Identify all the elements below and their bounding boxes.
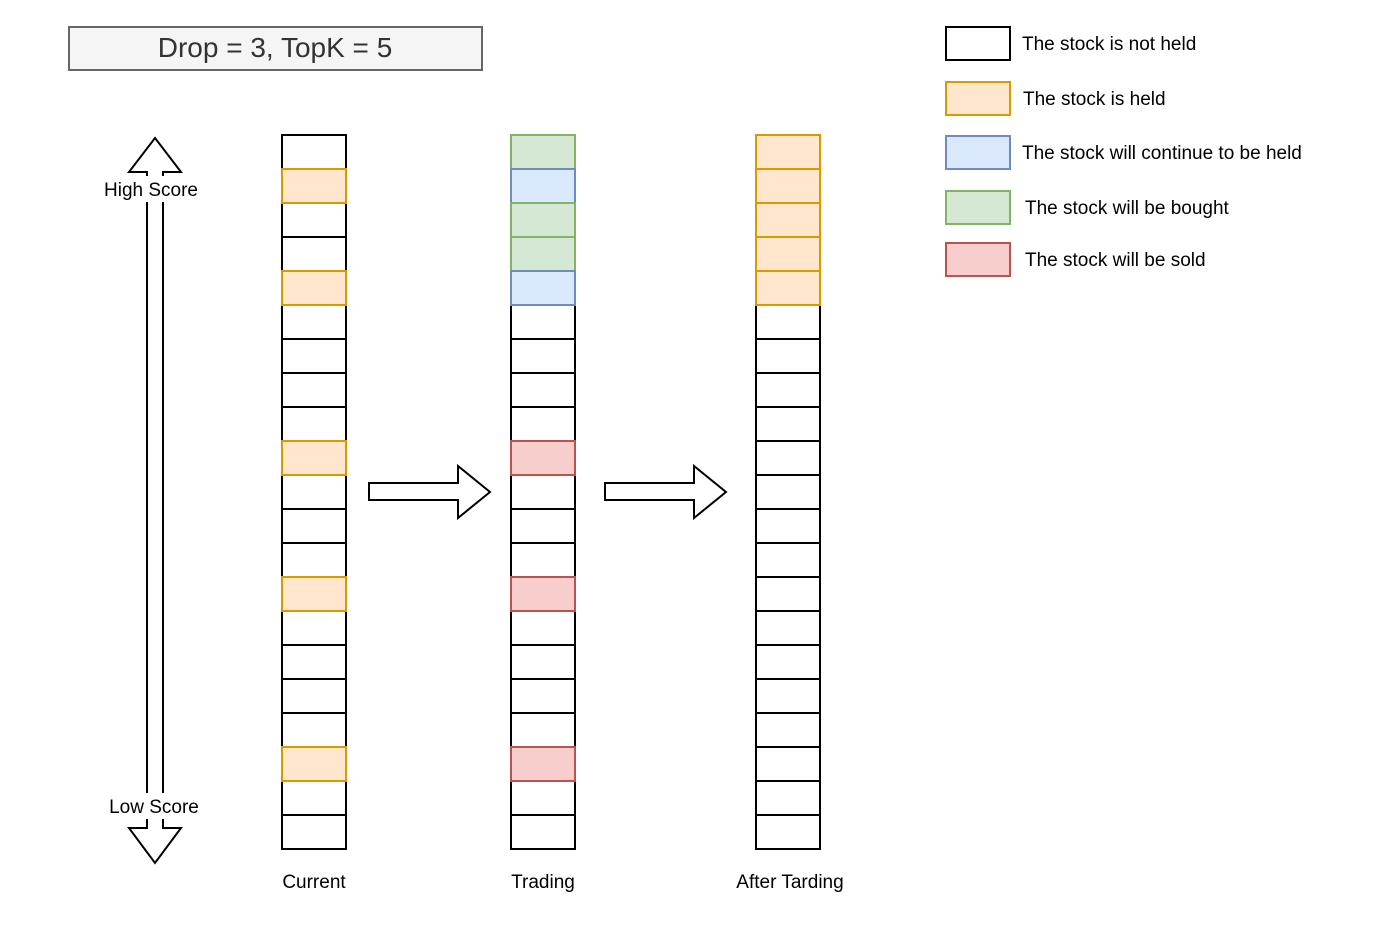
legend-label: The stock is not held: [1022, 34, 1196, 55]
stock-cell-empty: [281, 338, 347, 374]
legend-swatch: [945, 242, 1011, 277]
stock-cell-empty: [755, 644, 821, 680]
stock-cell-empty: [755, 780, 821, 816]
diagram-canvas: Drop = 3, TopK = 5 High Score Low Score …: [68, 26, 1302, 893]
legend-swatch: [945, 81, 1011, 116]
stock-column-after-trading: After Tarding: [736, 134, 844, 893]
stock-cell-empty: [755, 576, 821, 612]
legend-label: The stock is held: [1023, 89, 1166, 110]
high-score-label: High Score: [104, 180, 198, 201]
stock-column-trading: Trading: [510, 134, 576, 893]
stock-cell-empty: [510, 406, 576, 442]
stock-cell-held: [281, 576, 347, 612]
legend-label: The stock will be bought: [1025, 198, 1230, 219]
stock-cell-empty: [510, 508, 576, 544]
arrow-right-icon: [368, 463, 492, 521]
stock-cell-empty: [755, 474, 821, 510]
stock-cell-empty: [281, 304, 347, 340]
stock-cell-empty: [755, 712, 821, 748]
legend-label: The stock will be sold: [1025, 250, 1206, 271]
arrow-right-icon: [604, 463, 728, 521]
stock-cell-empty: [281, 542, 347, 578]
column-label-current: Current: [282, 872, 346, 893]
stock-cell-buy: [510, 236, 576, 272]
stock-cell-sell: [510, 440, 576, 476]
stock-cell-held: [755, 202, 821, 238]
legend-item-buy: The stock will be bought: [945, 190, 1230, 225]
stock-cell-empty: [281, 372, 347, 408]
stock-cell-empty: [510, 372, 576, 408]
legend-item-sell: The stock will be sold: [945, 242, 1206, 277]
stock-cell-empty: [281, 814, 347, 850]
stock-cell-held: [281, 270, 347, 306]
low-score-label: Low Score: [109, 797, 199, 818]
stock-cell-held: [755, 134, 821, 170]
legend-item-continue: The stock will continue to be held: [945, 135, 1302, 170]
stock-cell-empty: [755, 406, 821, 442]
double-arrow-icon: [126, 136, 184, 865]
stock-cell-held: [281, 746, 347, 782]
title-box: Drop = 3, TopK = 5: [68, 26, 483, 71]
stock-cell-continue: [510, 270, 576, 306]
legend-swatch: [945, 26, 1011, 61]
stock-cell-empty: [281, 202, 347, 238]
stock-cell-empty: [510, 610, 576, 646]
stock-cell-held: [281, 168, 347, 204]
score-axis: High Score Low Score: [100, 136, 204, 865]
legend-item-empty: The stock is not held: [945, 26, 1196, 61]
legend-label: The stock will continue to be held: [1022, 143, 1302, 164]
stock-cell-empty: [281, 610, 347, 646]
page-title: Drop = 3, TopK = 5: [158, 32, 393, 63]
stock-cell-empty: [281, 406, 347, 442]
legend: The stock is not held The stock is held Th…: [945, 26, 1302, 277]
stock-cell-empty: [281, 134, 347, 170]
stock-column-current: Current: [281, 134, 347, 893]
stock-cell-empty: [755, 610, 821, 646]
legend-item-held: The stock is held: [945, 81, 1166, 116]
stock-cell-empty: [281, 644, 347, 680]
stock-cell-empty: [510, 814, 576, 850]
stock-cell-empty: [755, 542, 821, 578]
stock-cell-empty: [510, 780, 576, 816]
stock-cell-buy: [510, 202, 576, 238]
stock-cell-empty: [281, 678, 347, 714]
stock-cell-empty: [510, 474, 576, 510]
stock-cell-held: [281, 440, 347, 476]
stock-cell-empty: [755, 338, 821, 374]
stock-cell-empty: [510, 712, 576, 748]
stock-cell-empty: [510, 338, 576, 374]
stock-cell-empty: [755, 304, 821, 340]
stock-cell-empty: [281, 712, 347, 748]
column-label-trading: Trading: [511, 872, 575, 893]
stock-cell-empty: [510, 542, 576, 578]
stock-cell-empty: [755, 440, 821, 476]
stock-cell-empty: [755, 678, 821, 714]
legend-swatch: [945, 135, 1011, 170]
stock-cell-held: [755, 236, 821, 272]
stock-cell-empty: [755, 508, 821, 544]
stock-cell-empty: [281, 780, 347, 816]
stock-cell-empty: [755, 372, 821, 408]
stock-cell-empty: [281, 474, 347, 510]
stock-cell-empty: [281, 508, 347, 544]
stock-cell-empty: [510, 678, 576, 714]
stock-cell-empty: [755, 814, 821, 850]
stock-cell-sell: [510, 746, 576, 782]
stock-cell-empty: [755, 746, 821, 782]
stock-cell-held: [755, 168, 821, 204]
stock-cell-empty: [510, 304, 576, 340]
stock-cell-empty: [281, 236, 347, 272]
stock-cell-continue: [510, 168, 576, 204]
stock-cell-held: [755, 270, 821, 306]
column-label-after-trading: After Tarding: [736, 872, 843, 893]
stock-cell-empty: [510, 644, 576, 680]
stock-cell-buy: [510, 134, 576, 170]
legend-swatch: [945, 190, 1011, 225]
stock-columns: Current Trading After Tarding: [281, 134, 844, 893]
stock-cell-sell: [510, 576, 576, 612]
